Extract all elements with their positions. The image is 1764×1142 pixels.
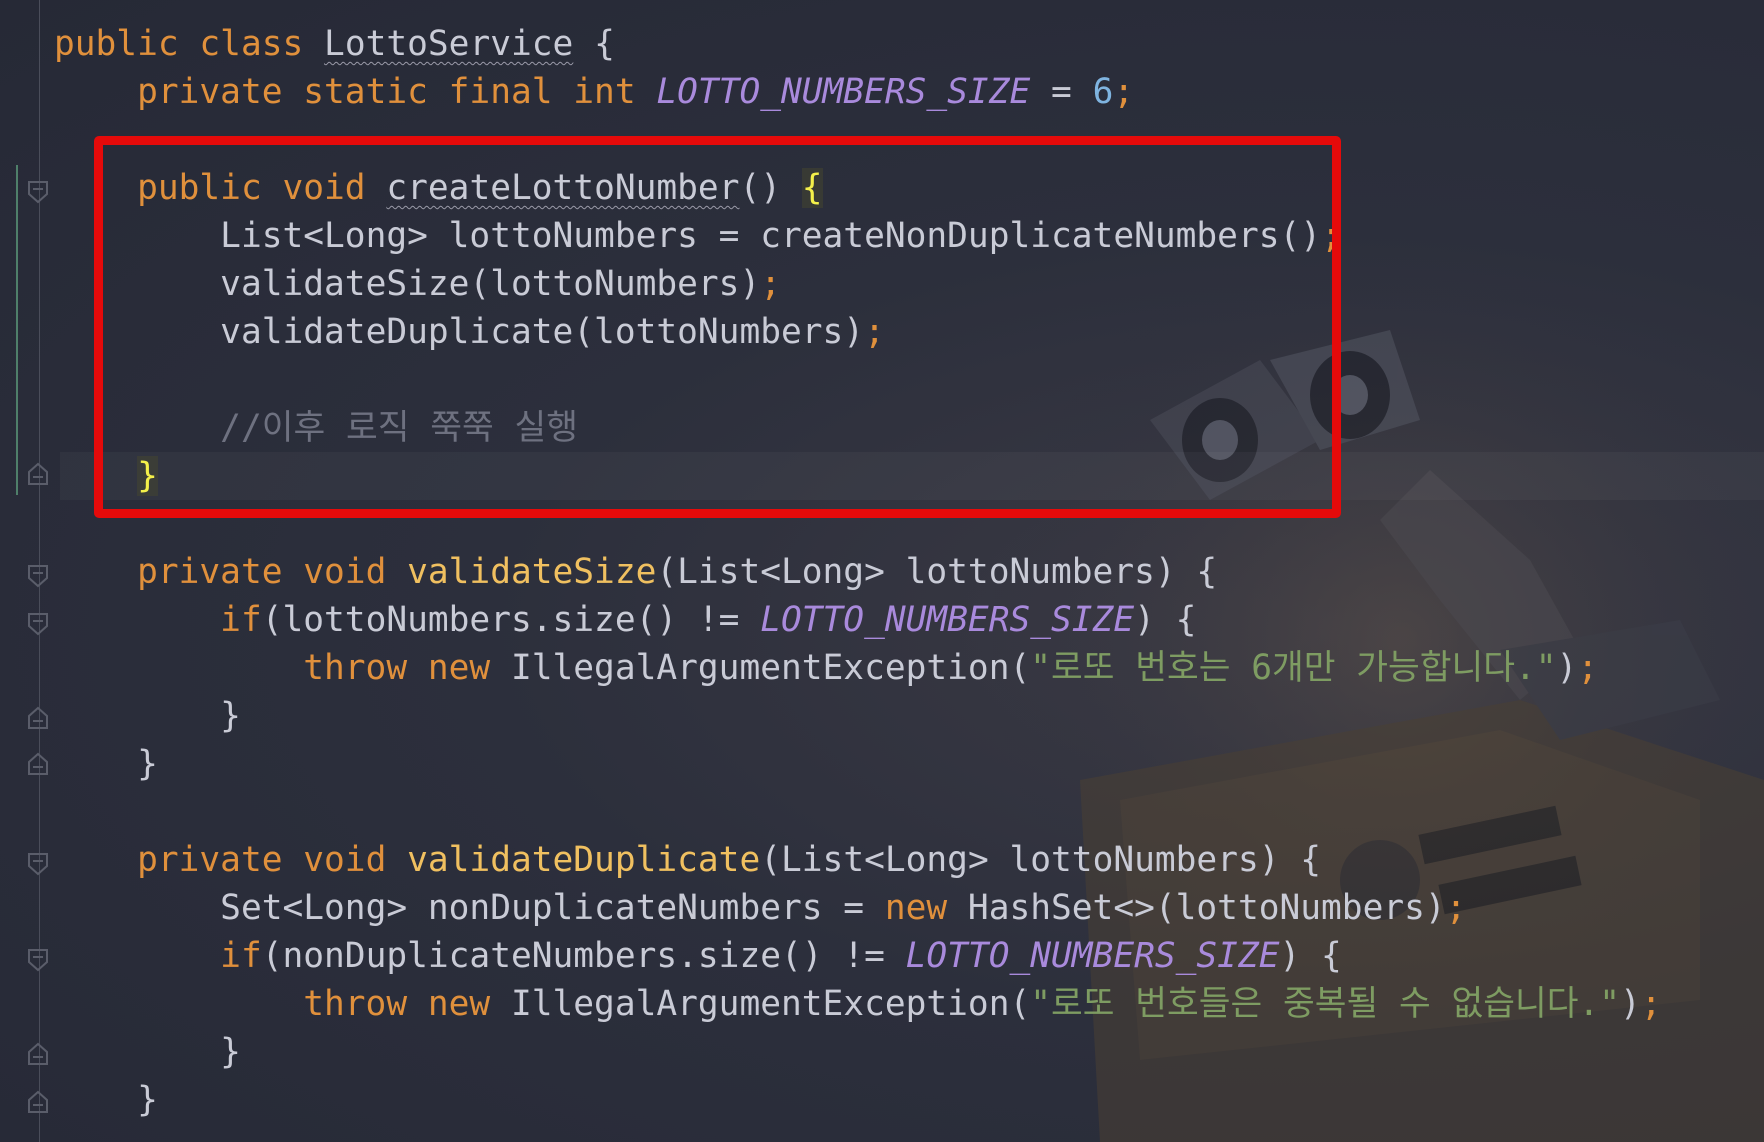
code-line-21: throw new IllegalArgumentException("로또 번… [303,984,1662,1024]
code-line-18: private void validateDuplicate(List<Long… [137,840,1322,880]
fold-close-icon[interactable] [27,752,49,776]
code-line-20: if(nonDuplicateNumbers.size() != LOTTO_N… [220,936,1342,976]
code-line-1: public class LottoService { [54,24,615,64]
code-line-13: if(lottoNumbers.size() != LOTTO_NUMBERS_… [220,600,1197,640]
code-line-15: } [220,696,241,736]
code-line-2: private static final int LOTTO_NUMBERS_S… [137,72,1135,112]
code-line-22: } [220,1032,241,1072]
fold-close-icon[interactable] [27,1090,49,1114]
fold-close-icon[interactable] [27,706,49,730]
vcs-change-marker [16,165,18,495]
fold-open-icon[interactable] [27,564,49,588]
editor-gutter [0,0,60,1142]
fold-open-icon[interactable] [27,852,49,876]
code-line-16: } [137,744,158,784]
fold-close-icon[interactable] [27,1042,49,1066]
code-line-12: private void validateSize(List<Long> lot… [137,552,1218,592]
fold-close-icon[interactable] [27,462,49,486]
fold-open-icon[interactable] [27,180,49,204]
code-editor[interactable]: public class LottoService { private stat… [0,0,1764,1142]
code-line-14: throw new IllegalArgumentException("로또 번… [303,648,1599,688]
code-line-23: } [137,1080,158,1120]
fold-open-icon[interactable] [27,948,49,972]
fold-open-icon[interactable] [27,612,49,636]
red-highlight-box [94,136,1341,518]
class-name: LottoService [324,24,574,64]
code-line-19: Set<Long> nonDuplicateNumbers = new Hash… [220,888,1467,928]
